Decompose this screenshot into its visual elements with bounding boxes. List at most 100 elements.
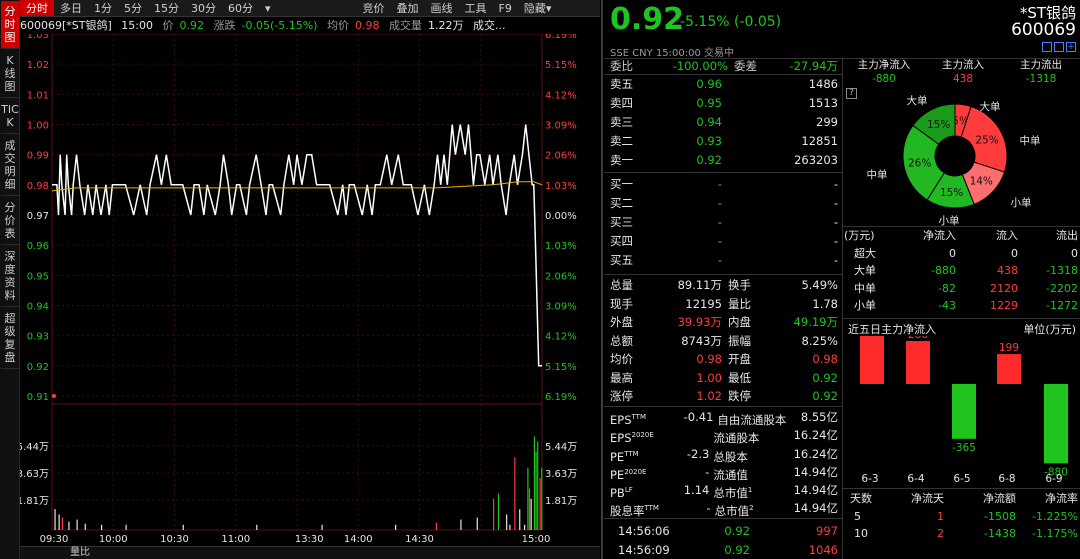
flow-table-row: 小单 -43 1229 -1272: [844, 297, 1080, 315]
intraday-chart[interactable]: 1.03 6.19% 1.02 5.15% 1.01 4.12% 1.00 3.09% 0.99…: [20, 34, 600, 546]
buys-label: 买四: [610, 234, 633, 248]
sells-vol: 263203: [794, 153, 838, 167]
five-day-date: 6-5: [953, 473, 970, 485]
tab-10[interactable]: 画线: [425, 0, 459, 16]
tick-price: 0.92: [724, 543, 750, 557]
left-tab-1[interactable]: K线图: [1, 50, 19, 98]
volume-bar: [539, 478, 541, 530]
hist-row: 10 2 -1438 -1.175%: [844, 525, 1080, 543]
stat-value: 0.98: [696, 352, 722, 366]
pct-tick: 4.12%: [545, 90, 577, 101]
fund-value: -0.41: [683, 410, 714, 424]
volume-bar: [476, 517, 478, 530]
hist-days: 5: [854, 509, 861, 523]
stat-label: 内盘: [728, 315, 751, 329]
left-tab-5[interactable]: 深度资料: [1, 246, 19, 307]
flow-table-row: 超大 0 0 0: [844, 245, 1080, 263]
tab-13[interactable]: 隐藏▾: [518, 0, 558, 16]
flow-row-out: -2202: [1046, 281, 1078, 295]
fund-label-sup: 2020E: [624, 467, 647, 476]
price-change: -5.15% (-0.05): [680, 14, 782, 30]
fund-row: PETTM -2.3 总股本 16.24亿: [604, 445, 842, 464]
stat-row: 涨停 1.02 跌停 0.92: [604, 387, 842, 406]
volume-bar: [541, 467, 543, 530]
info-chg-label: 涨跌: [213, 19, 236, 32]
flow-col-head: (万元): [844, 229, 875, 242]
weibi-value: -100.00%: [672, 59, 728, 73]
chart-bottom-bar: 量比: [20, 546, 600, 559]
hist-head: 天数 净流天 净流额 净流率: [844, 490, 1080, 508]
volume-ratio-label[interactable]: 量比: [70, 547, 90, 558]
volume-bar: [509, 524, 511, 530]
flow-row-name: 大单: [854, 264, 876, 277]
fund-label: EPS2020E: [610, 426, 656, 445]
grid-icon[interactable]: [1054, 42, 1064, 52]
fund-value: [656, 426, 709, 444]
time-tick: 14:00: [344, 534, 373, 545]
volume-tick-right: 5.44万: [545, 442, 577, 453]
pct-tick: 3.09%: [545, 121, 577, 132]
volume-tick: 1.81万: [20, 496, 49, 507]
pct-tick: 1.03%: [545, 181, 577, 192]
hist-rate: -1.175%: [1032, 527, 1078, 540]
tab-8[interactable]: 竞价: [357, 0, 391, 16]
money-flow-table: (万元) 净流入 流入 流出 超大 0 0 0 大单 -880 438 -1318 中单 -82 2120 -…: [844, 227, 1080, 315]
tick-price: 0.92: [724, 524, 750, 538]
pie-outer-label: 小单: [939, 215, 960, 226]
tab-6[interactable]: 60分: [222, 0, 259, 16]
tab-9[interactable]: 叠加: [391, 0, 425, 16]
hist-col-head: 净流天: [911, 492, 944, 505]
tab-7[interactable]: ▾: [259, 0, 277, 16]
five-day-bar: [1044, 384, 1068, 464]
fund-label: PETTM: [610, 445, 656, 463]
tab-3[interactable]: 5分: [118, 0, 148, 16]
tab-11[interactable]: 工具: [459, 0, 493, 16]
buys-row: 买三 - -: [604, 213, 842, 232]
tab-12[interactable]: F9: [493, 0, 518, 16]
sells-price: 0.95: [696, 96, 722, 110]
add-icon[interactable]: +: [1066, 42, 1076, 52]
buys-label: 买一: [610, 177, 633, 191]
panel-tool-icons: +: [1042, 42, 1076, 52]
fund-value: -: [706, 501, 711, 516]
pie-slice-label: 15%: [940, 187, 963, 199]
price-tick: 0.93: [27, 332, 49, 343]
divider: [604, 172, 842, 173]
fund-label-text: 股息率: [610, 504, 645, 519]
flow-row-in: 1229: [990, 299, 1018, 312]
pie-outer-label: 大单: [980, 100, 1001, 113]
sells-label: 卖一: [610, 153, 633, 167]
left-tab-6[interactable]: 超级复盘: [1, 308, 19, 369]
tick-vol: 997: [816, 524, 838, 538]
panel-divider[interactable]: [601, 0, 603, 559]
stat-label: 总量: [610, 278, 633, 292]
stat-row: 总量 89.11万 换手 5.49%: [604, 276, 842, 295]
sells-price: 0.94: [696, 115, 722, 129]
stat-value: 49.19万: [793, 315, 838, 329]
flow-row-in: 438: [997, 264, 1018, 277]
fund-label2-sup: 1: [747, 486, 753, 495]
buys-price: -: [717, 196, 722, 210]
left-tab-4[interactable]: 分价表: [1, 197, 19, 245]
stat-value: 0.98: [812, 352, 838, 366]
stat-value: 5.49%: [801, 278, 838, 292]
left-tab-0[interactable]: 分时图: [1, 1, 19, 49]
flow-row-out: -1272: [1046, 299, 1078, 312]
edit-icon[interactable]: [1042, 42, 1052, 52]
tab-0[interactable]: 分时: [20, 0, 54, 16]
price-tick: 0.99: [27, 151, 49, 162]
fund-value: 1.14: [683, 483, 710, 498]
tab-1[interactable]: 多日: [54, 0, 88, 16]
tab-2[interactable]: 1分: [88, 0, 118, 16]
left-tab-2[interactable]: TICK: [1, 99, 19, 134]
tab-5[interactable]: 30分: [185, 0, 222, 16]
left-tab-3[interactable]: 成交明细: [1, 135, 19, 196]
volume-bar: [533, 436, 536, 530]
tab-4[interactable]: 15分: [148, 0, 185, 16]
volume-bar: [530, 498, 532, 530]
fund-value: 14.94亿: [793, 501, 838, 516]
time-tick: 13:30: [295, 534, 324, 545]
fund-label2-text: 总股本: [713, 449, 748, 464]
volume-bar: [514, 457, 516, 530]
stat-label: 最低: [728, 370, 751, 385]
